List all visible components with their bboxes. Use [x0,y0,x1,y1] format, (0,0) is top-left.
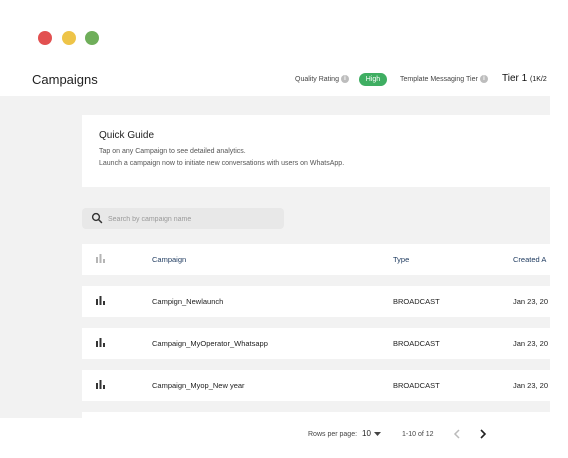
analytics-icon[interactable] [96,296,105,305]
tier-name: Tier 1 [502,73,528,84]
page-header: Campaigns Quality Rating i High Template… [0,62,550,96]
campaign-name: Campaign_MyOperator_Whatsapp [152,339,268,348]
window-minimize-button[interactable] [62,31,76,45]
window-maximize-button[interactable] [85,31,99,45]
campaign-name: Campign_Newlaunch [152,297,224,306]
rows-per-page-label: Rows per page: [308,431,358,438]
campaign-created-date: Jan 23, 20 [513,381,549,390]
page-title: Campaigns [32,72,98,87]
quality-rating-label: Quality Rating [295,76,339,83]
column-header-campaign[interactable]: Campaign [152,255,186,264]
quick-guide-text: Tap on any Campaign to see detailed anal… [99,148,246,155]
chevron-left-icon[interactable] [452,428,462,440]
quality-rating-badge: High [359,73,387,86]
quick-guide-title: Quick Guide [99,130,155,141]
table-header: Campaign Type Created A [82,244,550,275]
pagination-range: 1-10 of 12 [402,431,434,438]
quick-guide-card: Quick Guide Tap on any Campaign to see d… [82,115,550,187]
window-close-button[interactable] [38,31,52,45]
caret-down-icon[interactable] [374,432,381,437]
pagination-bar: Rows per page: 10 1-10 of 12 [0,418,550,454]
rows-per-page-select[interactable]: 10 [362,429,371,438]
campaign-type: BROADCAST [393,297,440,306]
analytics-icon[interactable] [96,380,105,389]
campaign-type: BROADCAST [393,339,440,348]
template-tier-label: Template Messaging Tier [400,76,478,83]
column-header-created[interactable]: Created A [513,255,546,264]
search-input[interactable] [106,211,280,228]
campaign-created-date: Jan 23, 20 [513,339,549,348]
main-content: Quick Guide Tap on any Campaign to see d… [0,96,550,418]
campaign-type: BROADCAST [393,381,440,390]
campaign-created-date: Jan 23, 20 [513,297,549,306]
table-row[interactable]: Campaign_MyOperator_Whatsapp BROADCAST J… [82,328,550,359]
campaign-name: Campaign_Myop_New year [152,381,245,390]
info-icon[interactable]: i [480,75,488,83]
table-row[interactable]: Campign_Newlaunch BROADCAST Jan 23, 20 [82,286,550,317]
analytics-icon[interactable] [96,338,105,347]
tier-limit: (1K/2 [529,76,547,83]
quick-guide-text: Launch a campaign now to initiate new co… [99,160,345,167]
search-box [82,208,284,229]
column-header-type[interactable]: Type [393,255,409,264]
info-icon[interactable]: i [341,75,349,83]
analytics-icon [96,254,105,263]
table-row[interactable]: Campaign_Myop_New year BROADCAST Jan 23,… [82,370,550,401]
tier-value: Tier 1 (1K/2 [502,73,547,84]
search-icon [91,212,103,224]
chevron-right-icon[interactable] [478,428,488,440]
